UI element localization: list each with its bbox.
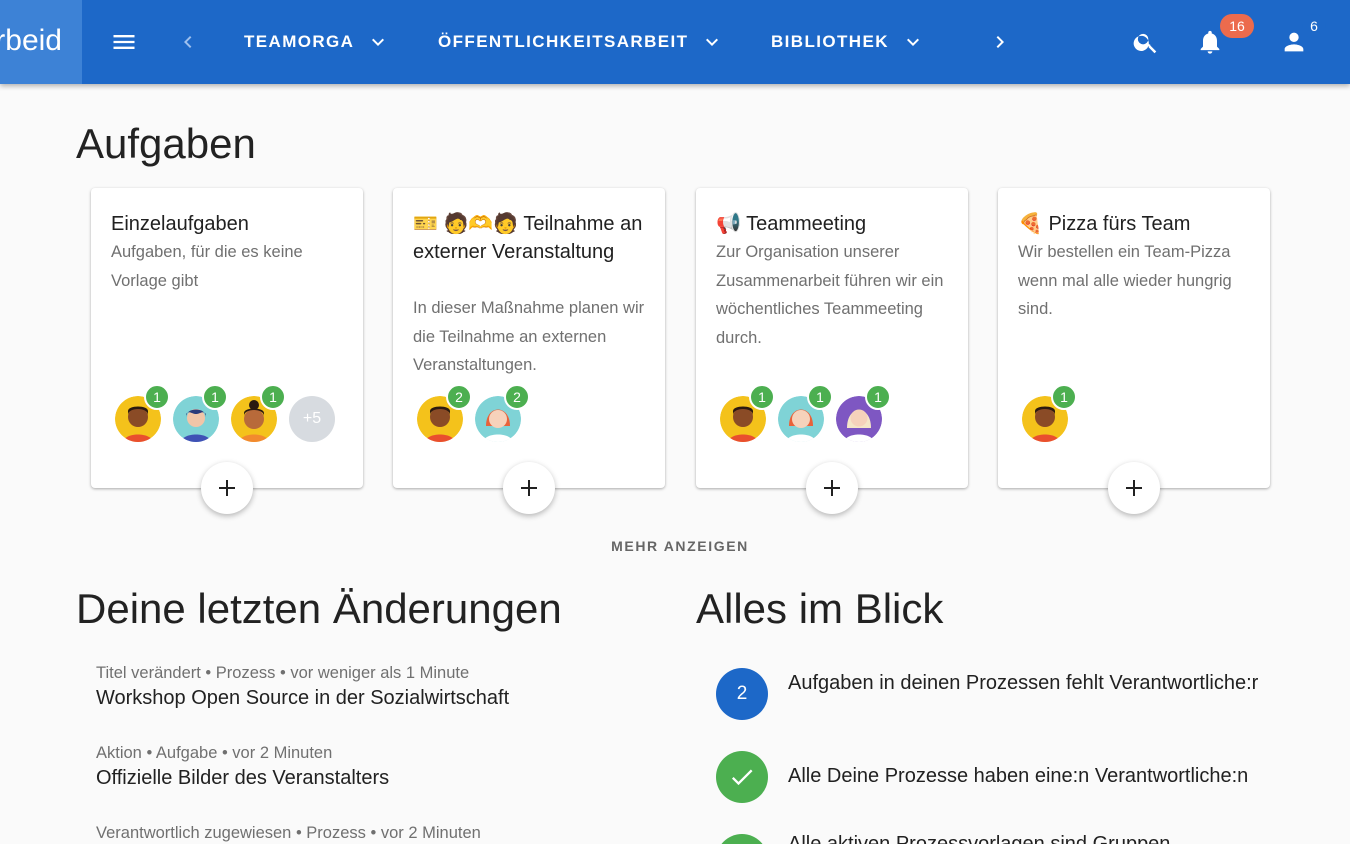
chevron-right-icon[interactable]: [982, 22, 1018, 62]
change-meta: Aktion • Aufgabe • vor 2 Minuten: [96, 744, 333, 762]
change-meta: Verantwortlich zugewiesen • Prozess • vo…: [96, 824, 481, 842]
task-card-teammeeting[interactable]: 📢 Teammeeting Zur Organisation unserer Z…: [696, 188, 968, 514]
avatar-count-badge: 2: [446, 384, 472, 410]
overview-item[interactable]: Alle aktiven Prozessvorlagen sind Gruppe…: [716, 834, 1316, 844]
add-task-button[interactable]: [503, 462, 555, 514]
overview-text: Alle aktiven Prozessvorlagen sind Gruppe…: [788, 834, 1308, 844]
status-count-circle: 2: [716, 668, 768, 720]
card-title: 🍕 Pizza fürs Team: [1018, 213, 1191, 235]
tab-label: BIBLIOTHEK: [771, 32, 889, 51]
overview-text: Alle Deine Prozesse haben eine:n Verantw…: [788, 765, 1249, 787]
avatar-count-badge: 1: [865, 384, 891, 410]
tab-label: ÖFFENTLICHKEITSARBEIT: [438, 32, 689, 51]
tab-teamorga[interactable]: TEAMORGA: [244, 22, 390, 62]
section-title-aufgaben: Aufgaben: [76, 120, 256, 167]
avatar[interactable]: 1: [720, 384, 775, 442]
more-avatars-count[interactable]: +5: [289, 396, 335, 442]
recent-change-item[interactable]: Verantwortlich zugewiesen • Prozess • vo…: [96, 824, 481, 843]
tab-oeffentlichkeitsarbeit[interactable]: ÖFFENTLICHKEITSARBEIT: [438, 22, 724, 62]
change-title[interactable]: Offizielle Bilder des Veranstalters: [96, 767, 389, 790]
plus-icon: [824, 480, 840, 496]
avatar-count-badge: 1: [260, 384, 286, 410]
change-title[interactable]: Workshop Open Source in der Sozialwirtsc…: [96, 687, 509, 710]
card-title: 🎫 🧑🫶🧑 Teilnahme an externer Veranstaltun…: [413, 213, 643, 263]
users-count-badge: 6: [1302, 14, 1326, 38]
overview-text: Aufgaben in deinen Prozessen fehlt Veran…: [788, 672, 1259, 694]
search-icon[interactable]: [1126, 22, 1166, 62]
avatar[interactable]: 1: [1022, 384, 1077, 442]
brand-text: rbeid: [0, 24, 62, 57]
plus-icon: [521, 480, 537, 496]
chevron-down-icon: [366, 30, 390, 54]
change-meta: Titel verändert • Prozess • vor weniger …: [96, 664, 470, 682]
card-title: Einzelaufgaben: [111, 213, 249, 235]
top-app-bar: rbeid TEAMORGA ÖFFENTLICHKEITSARBEIT BIB…: [0, 0, 1350, 84]
avatar-count-badge: 1: [807, 384, 833, 410]
avatar-count-badge: 1: [749, 384, 775, 410]
add-task-button[interactable]: [806, 462, 858, 514]
check-icon: [716, 834, 768, 844]
brand-logo[interactable]: rbeid: [0, 0, 82, 84]
card-description: Aufgaben, für die es keine Vorlage gibt: [111, 243, 303, 290]
section-title-recent-changes: Deine letzten Änderungen: [76, 585, 562, 632]
chevron-down-icon: [901, 30, 925, 54]
plus-icon: [1126, 480, 1142, 496]
overview-item[interactable]: Alle Deine Prozesse haben eine:n Verantw…: [716, 751, 1316, 806]
task-card-teilnahme[interactable]: 🎫 🧑🫶🧑 Teilnahme an externer Veranstaltun…: [393, 188, 665, 514]
avatar-count-badge: 1: [202, 384, 228, 410]
notifications-count-badge: 16: [1220, 14, 1254, 38]
avatar[interactable]: 2: [475, 384, 530, 442]
check-icon: [716, 751, 768, 803]
task-card-pizza[interactable]: 🍕 Pizza fürs Team Wir bestellen ein Team…: [998, 188, 1270, 514]
avatar-count-badge: 1: [144, 384, 170, 410]
chevron-left-icon[interactable]: [170, 22, 206, 62]
section-title-overview: Alles im Blick: [696, 585, 944, 632]
avatar[interactable]: 1: [173, 384, 228, 442]
avatar-count-badge: 1: [1051, 384, 1077, 410]
recent-change-item[interactable]: Aktion • Aufgabe • vor 2 Minuten Offizie…: [96, 744, 389, 790]
add-task-button[interactable]: [1108, 462, 1160, 514]
chevron-down-icon: [700, 30, 724, 54]
avatar[interactable]: 2: [417, 384, 472, 442]
avatar[interactable]: 1: [231, 384, 286, 442]
card-description: In dieser Maßnahme planen wir die Teilna…: [413, 299, 645, 374]
avatar-count-badge: 2: [504, 384, 530, 410]
show-more-button[interactable]: MEHR ANZEIGEN: [0, 538, 1350, 554]
overview-item[interactable]: 2 Aufgaben in deinen Prozessen fehlt Ver…: [716, 668, 1316, 728]
plus-icon: [219, 480, 235, 496]
tab-label: TEAMORGA: [244, 32, 355, 51]
avatar[interactable]: 1: [778, 384, 833, 442]
add-task-button[interactable]: [201, 462, 253, 514]
task-card-einzelaufgaben[interactable]: Einzelaufgaben Aufgaben, für die es kein…: [91, 188, 363, 514]
card-description: Zur Organisation unserer Zusammenarbeit …: [716, 243, 944, 347]
card-description: Wir bestellen ein Team-Pizza wenn mal al…: [1018, 243, 1232, 318]
tab-bibliothek[interactable]: BIBLIOTHEK: [771, 22, 925, 62]
menu-icon[interactable]: [104, 22, 144, 62]
avatar[interactable]: 1: [115, 384, 170, 442]
avatar[interactable]: 1: [836, 384, 891, 442]
recent-change-item[interactable]: Titel verändert • Prozess • vor weniger …: [96, 664, 509, 710]
card-title: 📢 Teammeeting: [716, 213, 867, 235]
